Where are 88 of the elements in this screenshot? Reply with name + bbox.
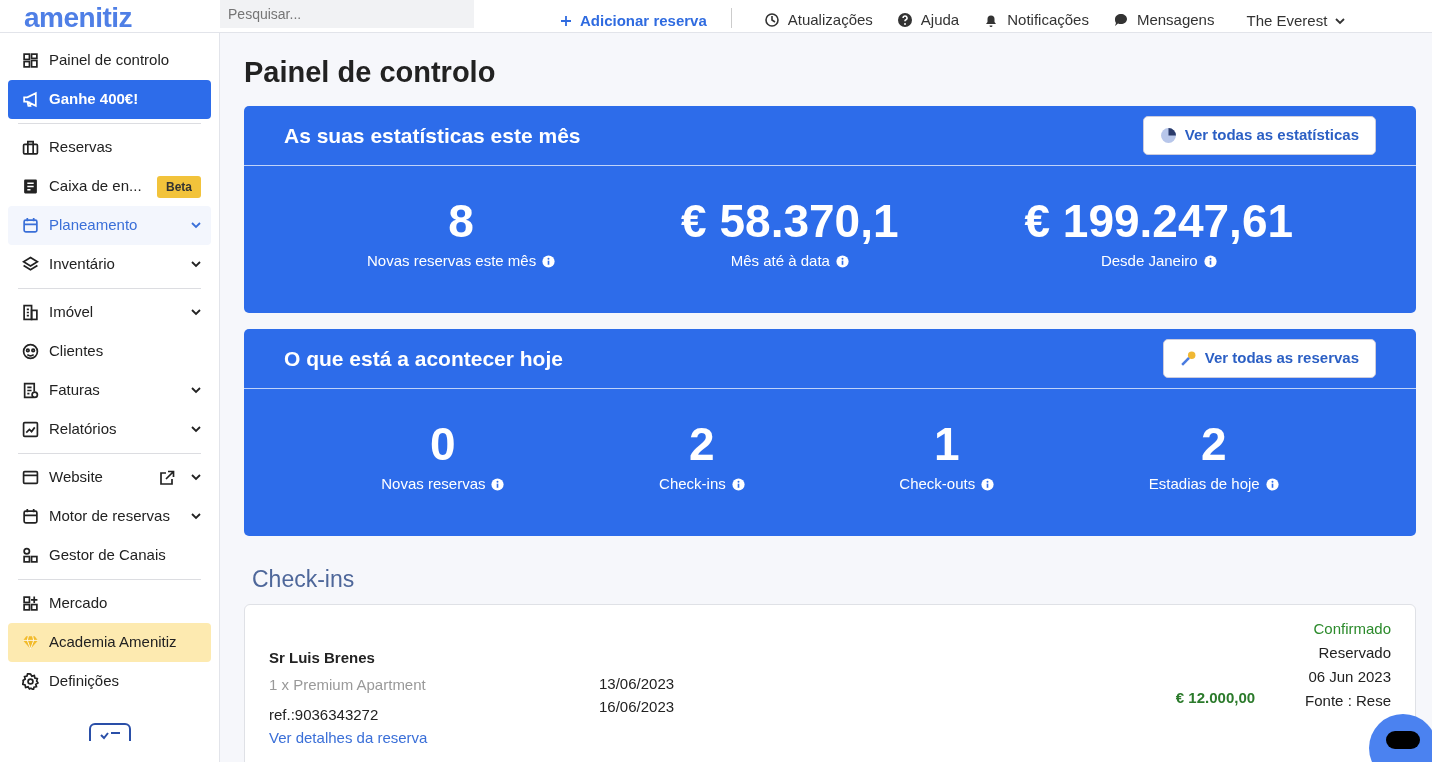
grid-plus-icon bbox=[22, 595, 39, 612]
booking-info: Reservado bbox=[1317, 643, 1391, 664]
sidebar-item[interactable]: Gestor de Canais bbox=[8, 536, 211, 575]
room-type: 1 x Premium Apartment bbox=[269, 675, 427, 695]
sidebar-item[interactable]: Imóvel bbox=[8, 293, 211, 332]
info-icon bbox=[542, 255, 556, 269]
info-icon bbox=[981, 478, 995, 492]
stat-value: 0 bbox=[429, 418, 457, 470]
stat-value: € 58.370,1 bbox=[680, 195, 900, 247]
chart-icon bbox=[22, 421, 39, 438]
sidebar-item[interactable]: Definições bbox=[8, 662, 211, 701]
property-dropdown[interactable]: The Everest bbox=[1246, 14, 1346, 28]
header-link[interactable]: Mensagens bbox=[1112, 12, 1215, 28]
view-all-button[interactable]: Ver todas as reservas bbox=[1162, 338, 1376, 378]
checklist-icon[interactable] bbox=[88, 723, 131, 741]
grid-icon bbox=[22, 52, 39, 69]
info-icon bbox=[1203, 255, 1217, 269]
booking-info: Fonte : Rese bbox=[1305, 691, 1391, 712]
diamond-icon bbox=[22, 634, 39, 651]
stat-label: Novas reservas este mês bbox=[366, 251, 537, 272]
panel-title: O que está a acontecer hoje bbox=[284, 345, 563, 372]
clock-icon bbox=[763, 12, 780, 28]
sidebar-item[interactable]: Caixa de en... Beta bbox=[8, 167, 211, 206]
document-icon bbox=[22, 178, 39, 195]
beta-badge: Beta bbox=[157, 175, 201, 198]
sidebar-item[interactable]: Academia Amenitiz bbox=[8, 623, 211, 662]
booking-date: 16/06/2023 bbox=[599, 697, 676, 717]
sidebar-item[interactable]: Motor de reservas bbox=[8, 497, 211, 536]
stat-label: Desde Janeiro bbox=[1100, 251, 1198, 272]
sidebar-item[interactable]: Inventário bbox=[8, 245, 211, 284]
logo[interactable]: amenitiz bbox=[24, 8, 133, 28]
booking-date: 13/06/2023 bbox=[599, 674, 676, 695]
sidebar-item[interactable]: Ganhe 400€! bbox=[8, 80, 211, 119]
view-all-button[interactable]: Ver todas as estatísticas bbox=[1142, 115, 1376, 155]
booking-info: 06 Jun 2023 bbox=[1307, 667, 1391, 688]
sidebar-item[interactable]: Faturas bbox=[8, 371, 211, 410]
sidebar-item[interactable]: Relatórios bbox=[8, 410, 211, 449]
stat-value: 2 bbox=[688, 418, 716, 470]
header-link[interactable]: Atualizações bbox=[763, 12, 873, 28]
chat-bubble-icon bbox=[1386, 730, 1420, 749]
info-icon bbox=[835, 255, 849, 269]
settings-icon bbox=[22, 673, 39, 690]
chevron-down-icon bbox=[1335, 17, 1346, 25]
key-icon bbox=[1179, 349, 1197, 367]
stat-label: Check-outs bbox=[899, 474, 976, 495]
pie-chart-icon bbox=[1159, 126, 1177, 144]
building-icon bbox=[22, 304, 39, 321]
stat-label: Mês até à data bbox=[730, 251, 830, 272]
info-icon bbox=[491, 478, 505, 492]
stat-value: € 199.247,61 bbox=[1023, 195, 1295, 247]
stat-label: Novas reservas bbox=[381, 474, 486, 495]
booking-amount: € 12.000,00 bbox=[1175, 689, 1256, 707]
face-icon bbox=[22, 343, 39, 360]
stat-label: Estadias de hoje bbox=[1148, 474, 1260, 495]
shapes-icon bbox=[22, 547, 39, 564]
stat-label: Check-ins bbox=[659, 474, 726, 495]
sidebar-item[interactable]: Painel de controlo bbox=[8, 41, 211, 80]
section-title: Check-ins bbox=[252, 565, 356, 594]
booking-reference: ref.:9036343272 bbox=[269, 705, 380, 726]
layers-icon bbox=[22, 256, 39, 273]
chat-bubble-icon bbox=[1112, 12, 1129, 28]
stat-value: 1 bbox=[932, 418, 961, 470]
calendar-icon bbox=[22, 508, 39, 525]
suitcase-icon bbox=[22, 139, 39, 156]
sidebar-item[interactable]: Clientes bbox=[8, 332, 211, 371]
header-link[interactable]: Notificações bbox=[983, 12, 1089, 28]
sidebar-item[interactable]: Reservas bbox=[8, 128, 211, 167]
megaphone-icon bbox=[22, 91, 39, 108]
sidebar-item[interactable]: Planeamento bbox=[8, 206, 211, 245]
browser-icon bbox=[22, 469, 39, 486]
help-icon bbox=[896, 12, 913, 28]
info-icon bbox=[731, 478, 745, 492]
calendar-icon bbox=[22, 217, 39, 234]
info-icon bbox=[1265, 478, 1279, 492]
sidebar-item[interactable]: Mercado bbox=[8, 584, 211, 623]
stat-value: 2 bbox=[1199, 418, 1228, 470]
invoice-icon bbox=[22, 382, 39, 399]
booking-status: Confirmado bbox=[1312, 619, 1391, 640]
booking-details-link[interactable]: Ver detalhes da reserva bbox=[269, 729, 428, 746]
header-link[interactable]: Ajuda bbox=[896, 12, 960, 28]
panel-title: As suas estatísticas este mês bbox=[284, 122, 581, 149]
page-title: Painel de controlo bbox=[244, 55, 497, 90]
search-field[interactable]: Pesquisar... bbox=[220, 0, 475, 28]
guest-name: Sr Luis Brenes bbox=[269, 648, 376, 669]
add-booking-button[interactable]: Adicionar reserva bbox=[560, 14, 707, 28]
stat-value: 8 bbox=[447, 195, 475, 247]
plus-icon bbox=[560, 15, 573, 27]
sidebar-item[interactable]: Website bbox=[8, 458, 211, 497]
